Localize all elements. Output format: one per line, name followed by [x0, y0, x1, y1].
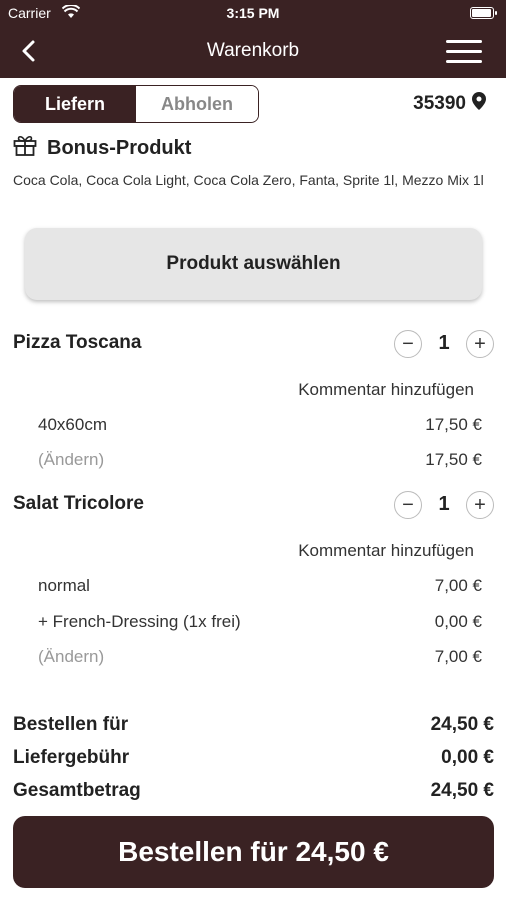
cart-item-option: normal 7,00 €	[38, 576, 482, 596]
cart-item-option: 40x60cm 17,50 €	[38, 415, 482, 435]
option-label: + French-Dressing (1x frei)	[38, 612, 241, 631]
grand-total-value: 24,50 €	[430, 780, 494, 801]
option-price: 7,00 €	[434, 576, 482, 595]
option-label: 40x60cm	[38, 415, 107, 434]
subtotal-label: Bestellen für	[13, 714, 129, 735]
cart-item-option: (Ändern) 17,50 €	[38, 450, 482, 470]
bonus-product-description: Coca Cola, Coca Cola Light, Coca Cola Ze…	[13, 172, 484, 188]
option-price: 0,00 €	[434, 612, 482, 631]
option-label: normal	[38, 576, 90, 595]
tab-abholen[interactable]: Abholen	[136, 86, 258, 122]
grand-total-row: Gesamtbetrag 24,50 €	[13, 780, 494, 802]
cart-item-option: + French-Dressing (1x frei) 0,00 €	[38, 612, 482, 632]
quantity-stepper: − 1 +	[394, 330, 494, 360]
delivery-fee-value: 0,00 €	[441, 747, 494, 768]
item-subtotal: 17,50 €	[425, 450, 482, 469]
clock: 3:15 PM	[226, 5, 280, 21]
place-order-button[interactable]: Bestellen für 24,50 €	[13, 816, 494, 888]
increase-quantity-button[interactable]: +	[466, 491, 494, 519]
page-title: Warenkorb	[206, 40, 300, 61]
delivery-fee-label: Liefergebühr	[13, 747, 130, 768]
cart-item-name: Salat Tricolore	[13, 493, 144, 514]
subtotal-value: 24,50 €	[430, 714, 494, 735]
tab-liefern[interactable]: Liefern	[14, 86, 136, 122]
gift-icon	[13, 134, 37, 162]
cart-item-name: Pizza Toscana	[13, 332, 142, 353]
menu-button[interactable]	[446, 40, 482, 64]
postal-code: 35390	[413, 93, 466, 114]
bonus-product-heading: Bonus-Produkt	[13, 134, 191, 162]
add-comment-link[interactable]: Kommentar hinzufügen	[298, 541, 474, 561]
navigation-bar: Warenkorb	[0, 26, 506, 78]
change-item-link[interactable]: (Ändern)	[38, 647, 104, 667]
delivery-fee-row: Liefergebühr 0,00 €	[13, 747, 494, 769]
status-bar: Carrier 3:15 PM	[0, 0, 506, 26]
add-comment-link[interactable]: Kommentar hinzufügen	[298, 380, 474, 400]
bonus-product-title: Bonus-Produkt	[47, 136, 192, 159]
quantity-stepper: − 1 +	[394, 491, 494, 521]
subtotal-row: Bestellen für 24,50 €	[13, 714, 494, 736]
location-pin-icon	[472, 92, 486, 116]
postal-code-selector[interactable]: 35390	[413, 92, 486, 116]
option-price: 17,50 €	[425, 415, 482, 434]
choose-product-button[interactable]: Produkt auswählen	[25, 228, 482, 300]
change-item-link[interactable]: (Ändern)	[38, 450, 104, 470]
grand-total-label: Gesamtbetrag	[13, 780, 141, 801]
delivery-mode-toggle: Liefern Abholen	[13, 85, 259, 123]
item-subtotal: 7,00 €	[434, 647, 482, 666]
cart-item-option: (Ändern) 7,00 €	[38, 647, 482, 667]
increase-quantity-button[interactable]: +	[466, 330, 494, 358]
battery-icon	[470, 7, 497, 19]
